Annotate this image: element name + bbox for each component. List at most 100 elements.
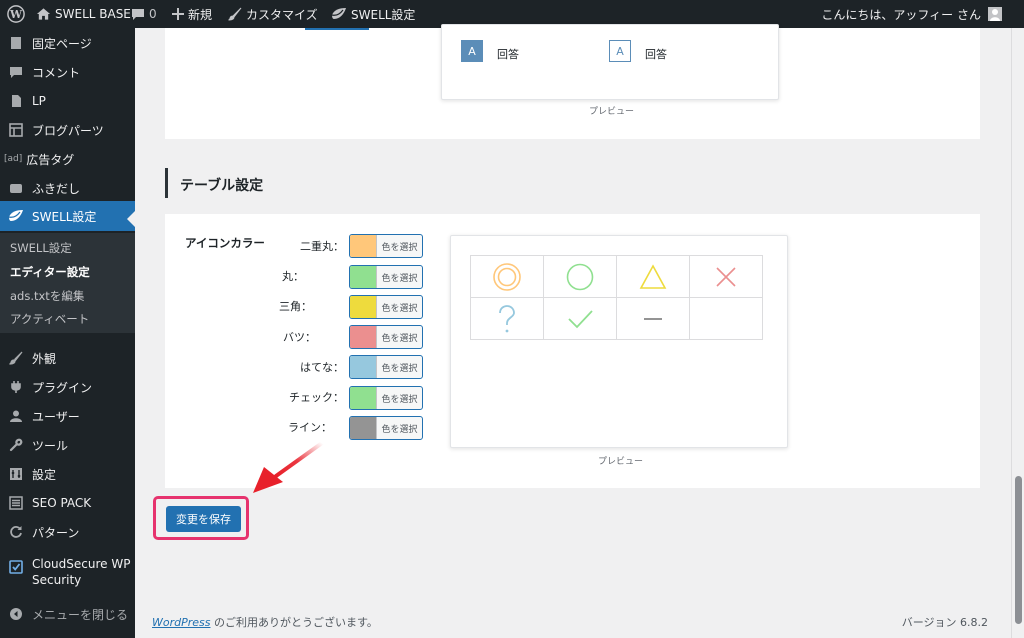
- color-picker-label: 色を選択: [376, 417, 422, 439]
- preview-caption: プレビュー: [598, 457, 644, 467]
- color-picker-question[interactable]: 色を選択: [349, 355, 423, 379]
- circle-icon: [565, 263, 595, 290]
- preview-caption: プレビュー: [589, 107, 635, 117]
- color-picker-circle[interactable]: 色を選択: [349, 265, 423, 289]
- color-swatch: [350, 387, 376, 409]
- sidebar-collapse-menu[interactable]: メニューを閉じる: [0, 601, 135, 627]
- adminbar-customize[interactable]: カスタマイズ: [228, 0, 318, 28]
- scrollbar-thumb[interactable]: [1015, 476, 1022, 624]
- color-label-triangle: 三角：: [279, 300, 312, 313]
- balloon-icon: [8, 180, 24, 196]
- brush-icon: [228, 7, 242, 21]
- answer-badge-outline: A: [609, 40, 631, 62]
- sidebar-item-label: パターン: [32, 525, 80, 540]
- wordpress-link[interactable]: WordPress: [152, 616, 211, 629]
- color-label-double-circle: 二重丸：: [300, 240, 344, 253]
- annotation-arrow-icon: [253, 441, 324, 493]
- section-title: テーブル設定: [180, 178, 264, 194]
- save-changes-button[interactable]: 変更を保存: [166, 506, 241, 532]
- collapse-icon: [8, 606, 24, 622]
- submenu-item-editor-settings[interactable]: エディター設定: [10, 264, 90, 280]
- admin-menu: 固定ページ コメント LP ブログパーツ [ad] 広告タグ ふきだし SWEL…: [0, 28, 135, 638]
- adminbar-swell-settings[interactable]: SWELL設定: [331, 0, 415, 28]
- color-picker-label: 色を選択: [376, 266, 422, 288]
- color-picker-check[interactable]: 色を選択: [349, 386, 423, 410]
- sidebar-item-label: ふきだし: [32, 181, 81, 196]
- sidebar-item-tools[interactable]: ツール: [0, 432, 135, 458]
- sidebar-item-ad-tags[interactable]: [ad] 広告タグ: [0, 146, 135, 172]
- document-icon: [8, 93, 24, 109]
- color-picker-triangle[interactable]: 色を選択: [349, 295, 423, 319]
- submenu-item-swell-settings[interactable]: SWELL設定: [10, 240, 72, 256]
- table-row: [470, 255, 763, 298]
- site-name: SWELL BASE: [55, 7, 131, 21]
- page-icon: [8, 35, 24, 51]
- greeting: こんにちは、アッフィー さん: [821, 7, 981, 22]
- table-cell: [543, 255, 617, 298]
- color-label-line: ライン：: [288, 421, 332, 434]
- answer-settings-card: A 回答 A 回答 プレビュー: [165, 24, 980, 139]
- color-swatch: [350, 296, 376, 318]
- color-picker-double-circle[interactable]: 色を選択: [349, 234, 423, 258]
- shield-check-icon: [8, 559, 24, 575]
- sidebar-item-balloon[interactable]: ふきだし: [0, 175, 135, 201]
- sidebar-item-plugins[interactable]: プラグイン: [0, 374, 135, 400]
- table-cell: [616, 255, 690, 298]
- customize-label: カスタマイズ: [246, 7, 318, 22]
- grid-icon: [8, 122, 24, 138]
- sidebar-item-appearance[interactable]: 外観: [0, 345, 135, 371]
- submenu-item-ads-txt[interactable]: ads.txtを編集: [10, 288, 84, 304]
- answer-label: 回答: [497, 48, 519, 61]
- adminbar-comments[interactable]: 0: [131, 0, 157, 28]
- scrollbar[interactable]: [1011, 28, 1024, 638]
- sidebar-item-pages[interactable]: 固定ページ: [0, 30, 135, 56]
- sidebar-item-lp[interactable]: LP: [0, 88, 135, 114]
- triangle-icon: [638, 263, 668, 289]
- adminbar-site-link[interactable]: SWELL BASE: [36, 0, 131, 28]
- adminbar-new[interactable]: 新規: [172, 0, 212, 28]
- swell-settings-label: SWELL設定: [351, 7, 416, 22]
- sidebar-item-label: LP: [32, 94, 46, 108]
- color-picker-label: 色を選択: [376, 326, 422, 348]
- sidebar-item-swell-settings[interactable]: SWELL設定: [0, 201, 135, 231]
- sidebar-item-users[interactable]: ユーザー: [0, 403, 135, 429]
- adminbar-account[interactable]: こんにちは、アッフィー さん: [821, 0, 1002, 28]
- sidebar-item-seo-pack[interactable]: SEO PACK: [0, 490, 135, 516]
- new-label: 新規: [188, 7, 213, 22]
- swell-icon: [331, 7, 347, 21]
- color-picker-line[interactable]: 色を選択: [349, 416, 423, 440]
- section-heading-bar: [165, 168, 168, 198]
- sidebar-item-label: 広告タグ: [26, 152, 75, 167]
- icon-color-label: アイコンカラー: [185, 236, 265, 250]
- question-icon: [496, 304, 518, 332]
- sidebar-item-label: メニューを閉じる: [32, 607, 129, 622]
- color-swatch: [350, 266, 376, 288]
- color-picker-label: 色を選択: [376, 356, 422, 378]
- brush-icon: [8, 350, 24, 366]
- sidebar-item-comments[interactable]: コメント: [0, 59, 135, 85]
- color-picker-label: 色を選択: [376, 296, 422, 318]
- answer-badge-filled: A: [461, 40, 483, 62]
- cross-icon: [713, 266, 739, 287]
- submenu-item-activate[interactable]: アクティベート: [10, 311, 89, 327]
- settings-icon: [8, 466, 24, 482]
- plus-icon: [172, 8, 184, 20]
- color-picker-cross[interactable]: 色を選択: [349, 325, 423, 349]
- sidebar-item-settings[interactable]: 設定: [0, 461, 135, 487]
- icon-preview-table: [470, 255, 763, 340]
- color-swatch: [350, 235, 376, 257]
- answer-preview-box: A 回答 A 回答: [441, 24, 779, 100]
- sidebar-item-label: SWELL設定: [32, 209, 97, 224]
- svg-text:W: W: [9, 8, 23, 21]
- plugin-icon: [8, 379, 24, 395]
- table-cell: [616, 297, 690, 340]
- line-icon: [642, 312, 664, 326]
- sidebar-item-patterns[interactable]: パターン: [0, 519, 135, 545]
- tab-indicator: [305, 28, 369, 30]
- color-swatch: [350, 356, 376, 378]
- sidebar-item-blog-parts[interactable]: ブログパーツ: [0, 117, 135, 143]
- comment-bubble-icon: [131, 8, 145, 21]
- sidebar-item-cloudsecure[interactable]: CloudSecure WP Security: [0, 556, 135, 592]
- wordpress-logo-icon[interactable]: W: [7, 0, 25, 28]
- avatar: [988, 7, 1002, 21]
